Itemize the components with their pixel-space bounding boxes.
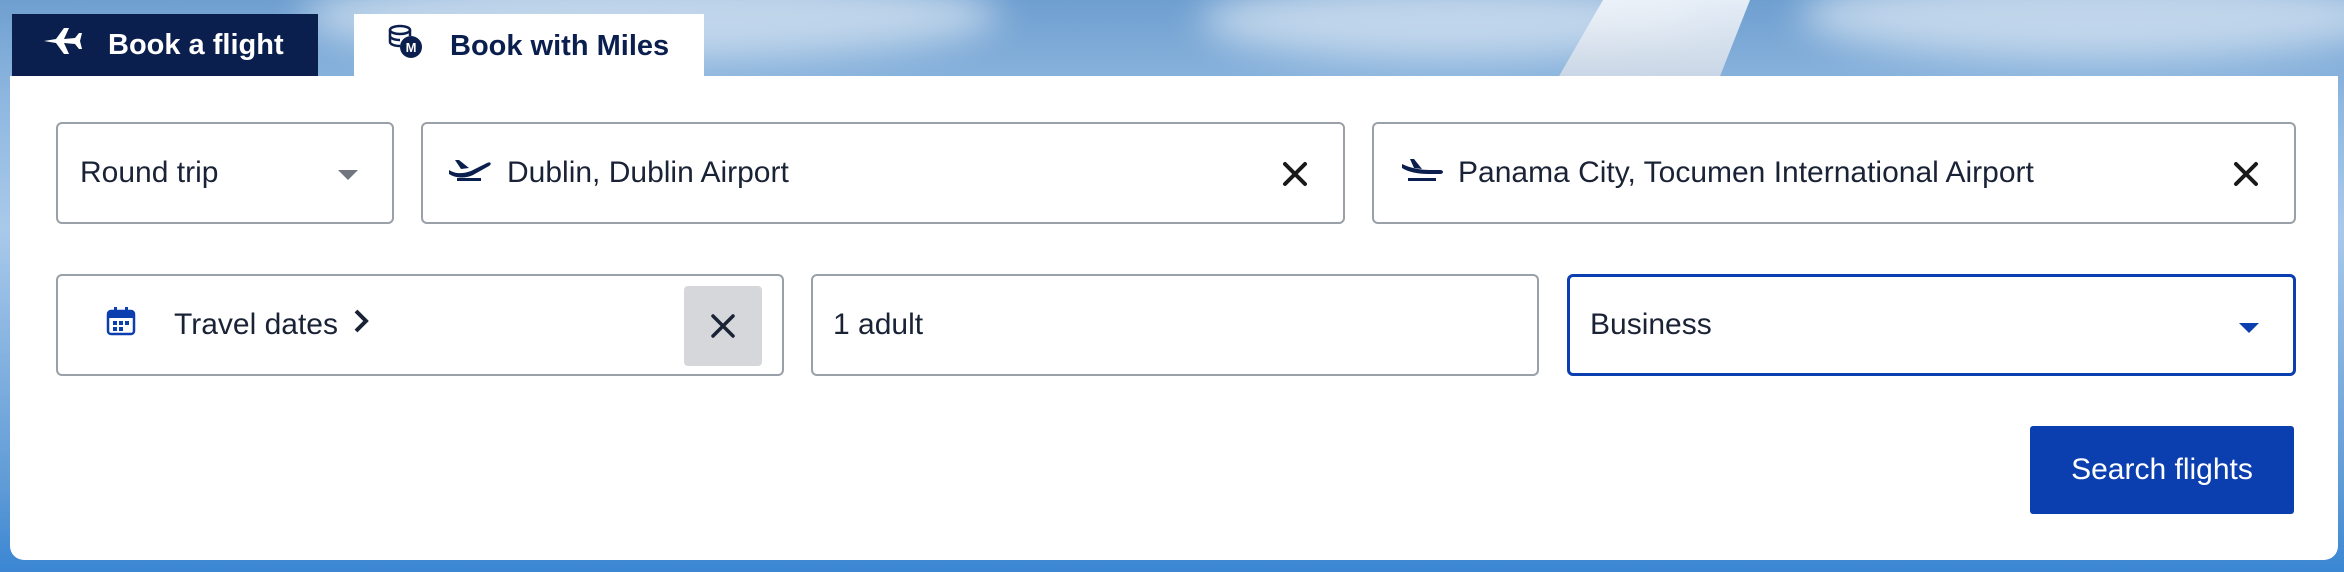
landing-icon xyxy=(1400,156,1444,190)
takeoff-icon xyxy=(447,156,493,190)
close-icon xyxy=(711,314,735,338)
booking-form-panel: Round trip Dublin, Dublin Airport Panama… xyxy=(10,76,2338,560)
tab-book-a-flight[interactable]: Book a flight xyxy=(12,14,318,76)
chevron-right-icon xyxy=(352,308,370,342)
origin-field[interactable]: Dublin, Dublin Airport xyxy=(421,122,1345,224)
caret-down-icon xyxy=(2239,323,2259,333)
svg-text:M: M xyxy=(406,40,417,55)
tab-label: Book with Miles xyxy=(450,29,670,62)
passengers-field[interactable]: 1 adult xyxy=(811,274,1539,376)
cloud xyxy=(1800,0,2344,60)
airplane-icon xyxy=(42,26,108,64)
calendar-icon xyxy=(106,306,136,344)
clear-dates-button[interactable] xyxy=(684,286,762,366)
passengers-value: 1 adult xyxy=(833,308,924,341)
destination-field[interactable]: Panama City, Tocumen International Airpo… xyxy=(1372,122,2296,224)
search-flights-button[interactable]: Search flights xyxy=(2030,426,2294,514)
travel-dates-field[interactable]: Travel dates xyxy=(56,274,784,376)
caret-down-icon xyxy=(338,170,358,180)
close-icon[interactable] xyxy=(2226,154,2266,194)
tab-label: Book a flight xyxy=(108,28,284,61)
origin-value: Dublin, Dublin Airport xyxy=(507,156,789,189)
close-icon[interactable] xyxy=(1275,154,1315,194)
cabin-class-value: Business xyxy=(1590,308,1712,341)
travel-dates-label: Travel dates xyxy=(174,308,338,341)
cabin-class-select[interactable]: Business xyxy=(1567,274,2296,376)
destination-value: Panama City, Tocumen International Airpo… xyxy=(1458,156,2034,189)
trip-type-select[interactable]: Round trip xyxy=(56,122,394,224)
tab-book-with-miles[interactable]: M Book with Miles xyxy=(354,14,704,78)
trip-type-value: Round trip xyxy=(80,156,219,189)
miles-coins-icon: M xyxy=(388,24,450,68)
